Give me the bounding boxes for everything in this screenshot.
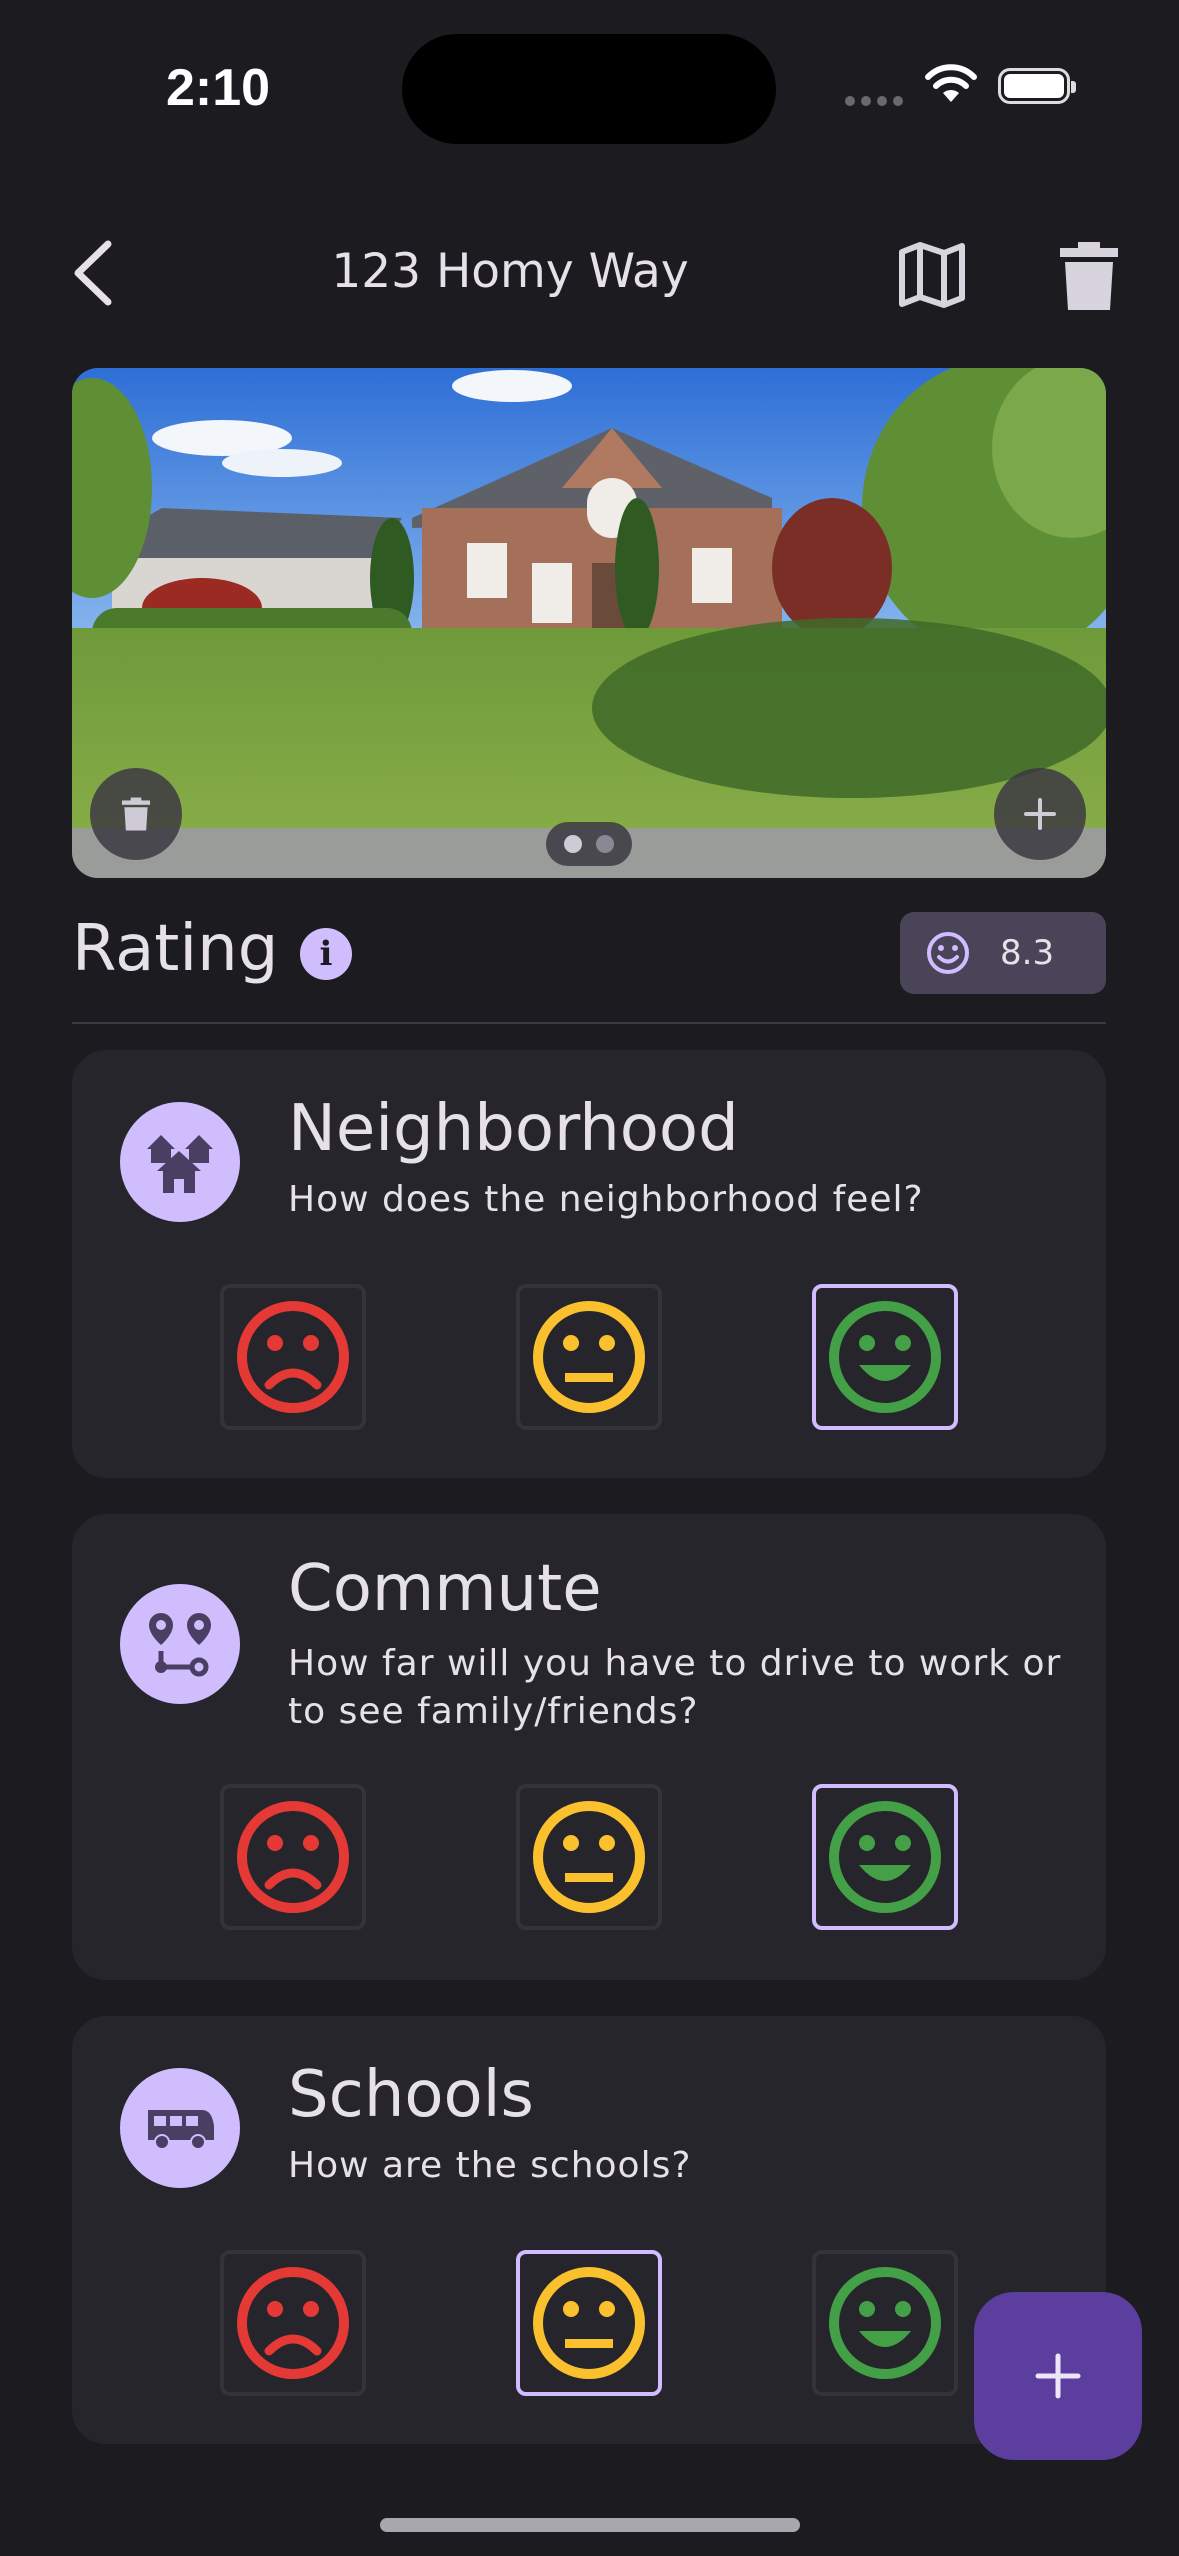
houses-icon xyxy=(120,1102,240,1222)
add-category-button[interactable] xyxy=(974,2292,1142,2460)
trash-icon xyxy=(121,797,151,831)
category-subtitle: How far will you have to drive to work o… xyxy=(288,1643,1062,1732)
house-image xyxy=(72,368,1106,878)
happy-rating-button[interactable] xyxy=(812,1784,958,1930)
page-title: 123 Homy Way xyxy=(331,244,689,299)
delete-photo-button[interactable] xyxy=(90,768,182,860)
sad-rating-button[interactable] xyxy=(220,1284,366,1430)
neutral-rating-button[interactable] xyxy=(516,2250,662,2396)
plus-icon xyxy=(1024,798,1056,830)
sad-face-icon xyxy=(237,1801,349,1913)
status-time: 2:10 xyxy=(166,59,271,117)
neutral-rating-button[interactable] xyxy=(516,1784,662,1930)
wifi-icon xyxy=(925,64,977,102)
smile-icon xyxy=(927,932,969,974)
neutral-rating-button[interactable] xyxy=(516,1284,662,1430)
back-icon[interactable] xyxy=(64,238,124,308)
happy-face-icon xyxy=(829,2267,941,2379)
house-photo[interactable] xyxy=(72,368,1106,878)
map-icon[interactable] xyxy=(896,240,968,310)
category-title: Neighborhood xyxy=(288,1092,739,1166)
battery-icon xyxy=(998,68,1076,104)
happy-face-icon xyxy=(829,1801,941,1913)
category-subtitle: How does the neighborhood feel? xyxy=(288,1179,924,1220)
neutral-face-icon xyxy=(533,1301,645,1413)
plus-icon xyxy=(1035,2353,1081,2399)
bus-icon xyxy=(120,2068,240,2188)
divider xyxy=(72,1022,1106,1024)
sad-rating-button[interactable] xyxy=(220,2250,366,2396)
sad-face-icon xyxy=(237,1301,349,1413)
happy-rating-button[interactable] xyxy=(812,2250,958,2396)
home-indicator[interactable] xyxy=(380,2518,800,2532)
add-photo-button[interactable] xyxy=(994,768,1086,860)
sad-face-icon xyxy=(237,2267,349,2379)
route-icon xyxy=(120,1584,240,1704)
rating-heading: Rating xyxy=(72,912,279,986)
happy-face-icon xyxy=(829,1301,941,1413)
signal-dots-icon xyxy=(845,96,907,106)
neutral-face-icon xyxy=(533,1801,645,1913)
score-value: 8.3 xyxy=(1000,933,1055,973)
score-badge: 8.3 xyxy=(900,912,1106,994)
photo-pager[interactable] xyxy=(546,822,632,866)
category-title: Schools xyxy=(288,2058,534,2132)
neutral-face-icon xyxy=(533,2267,645,2379)
category-card-neighborhood: Neighborhood How does the neighborhood f… xyxy=(72,1050,1106,1478)
category-card-commute: Commute How far will you have to drive t… xyxy=(72,1514,1106,1980)
dynamic-island xyxy=(402,34,776,144)
delete-icon[interactable] xyxy=(1058,240,1120,312)
category-title: Commute xyxy=(288,1552,602,1626)
sad-rating-button[interactable] xyxy=(220,1784,366,1930)
category-card-schools: Schools How are the schools? xyxy=(72,2016,1106,2444)
info-icon[interactable]: i xyxy=(300,928,352,980)
happy-rating-button[interactable] xyxy=(812,1284,958,1430)
category-subtitle: How are the schools? xyxy=(288,2145,692,2186)
